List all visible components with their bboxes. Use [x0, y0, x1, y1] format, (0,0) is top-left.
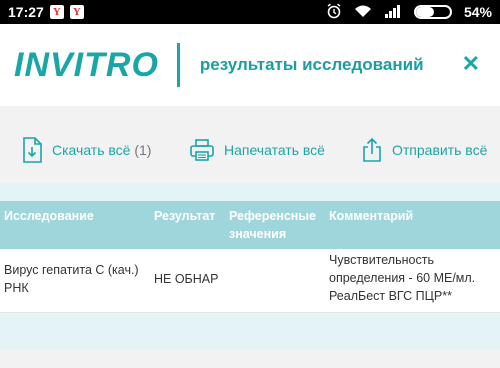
study-line2: РНК	[4, 281, 29, 295]
download-label-text: Скачать всё	[52, 142, 131, 158]
status-bar: 17:27 Y Y 54%	[0, 0, 500, 24]
status-right: 54%	[326, 3, 492, 21]
battery-percent: 54%	[463, 4, 492, 20]
comment-line1: Чувствительность	[329, 253, 434, 267]
printer-icon	[190, 138, 214, 162]
header-study: Исследование	[4, 209, 94, 223]
yandex-icon: Y	[69, 5, 84, 19]
cell-reference	[225, 249, 325, 312]
comment-line2: определения - 60 МЕ/мл.	[329, 271, 476, 285]
table-header: Исследование Результат Референсные значе…	[0, 201, 500, 249]
cell-comment: Чувствительность определения - 60 МЕ/мл.…	[325, 249, 500, 312]
status-left: 17:27 Y Y	[8, 4, 84, 20]
download-all-label: Скачать всё (1)	[52, 142, 151, 158]
study-line1: Вирус гепатита С (кач.)	[4, 263, 139, 277]
download-all-button[interactable]: Скачать всё (1)	[22, 137, 151, 163]
cell-result: НЕ ОБНАР	[150, 249, 225, 312]
page-title: результаты исследований	[199, 55, 424, 74]
download-file-icon	[22, 137, 42, 163]
header-reference-line2: значения	[229, 227, 287, 241]
cell-study: Вирус гепатита С (кач.) РНК	[0, 249, 150, 312]
table-top-spacer	[0, 183, 500, 201]
app-header: INVITRO результаты исследований ✕	[0, 24, 500, 106]
send-all-button[interactable]: Отправить всё	[362, 137, 487, 163]
comment-line3: РеалБест ВГС ПЦР**	[329, 289, 452, 303]
header-reference-line1: Референсные	[229, 209, 316, 223]
table-row[interactable]: Вирус гепатита С (кач.) РНК НЕ ОБНАР Чув…	[0, 249, 500, 313]
status-time: 17:27	[8, 4, 44, 20]
result-value: НЕ ОБНАР	[154, 272, 219, 286]
send-all-label: Отправить всё	[392, 142, 488, 158]
header-comment: Комментарий	[329, 209, 414, 223]
header-result: Результат	[154, 209, 216, 223]
close-icon[interactable]: ✕	[462, 51, 480, 77]
print-all-label: Напечатать всё	[224, 142, 325, 158]
signal-icon	[384, 4, 402, 20]
table-footer-band	[0, 313, 500, 349]
print-all-button[interactable]: Напечатать всё	[190, 138, 325, 162]
header-divider	[176, 43, 180, 87]
results-table: Исследование Результат Референсные значе…	[0, 183, 500, 349]
invitro-logo: INVITRO	[14, 45, 159, 84]
yandex-icon: Y	[49, 5, 64, 19]
battery-icon	[413, 5, 452, 19]
share-icon	[362, 137, 382, 163]
battery-fill	[415, 7, 435, 17]
alarm-icon	[326, 3, 342, 21]
wifi-icon	[354, 4, 372, 20]
download-count: (1)	[134, 142, 152, 158]
actions-bar: Скачать всё (1) Напечатать всё Отправить…	[0, 128, 500, 172]
header-reference: Референсные значения	[225, 201, 325, 249]
